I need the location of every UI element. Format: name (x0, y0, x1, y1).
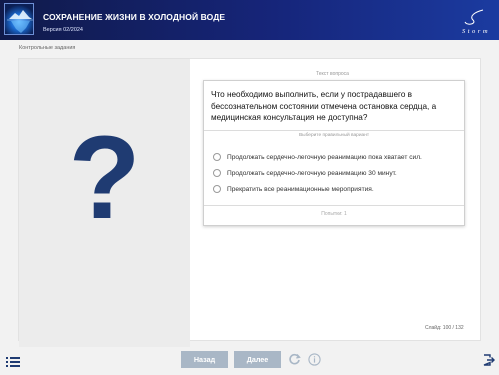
radio-button[interactable] (213, 185, 221, 193)
question-mark-illustration: ? (68, 112, 141, 244)
answer-option-1[interactable]: Продолжать сердечно-легочную реанимацию … (213, 152, 422, 162)
question-text: Что необходимо выполнить, если у пострад… (211, 90, 437, 122)
answer-option-label: Продолжать сердечно-легочную реанимацию … (227, 169, 397, 177)
app-title: СОХРАНЕНИЕ ЖИЗНИ В ХОЛОДНОЙ ВОДЕ (43, 12, 226, 22)
question-label: Текст вопроса (316, 71, 349, 77)
storm-brand-logo: Storm (457, 6, 491, 36)
back-button[interactable]: Назад (181, 351, 228, 368)
slide-counter: Слайд: 100 / 132 (425, 325, 464, 331)
brand-text: Storm (462, 28, 490, 35)
divider (204, 205, 464, 206)
iceberg-logo-icon (4, 3, 34, 35)
reload-icon[interactable] (288, 353, 301, 366)
menu-icon[interactable] (6, 354, 20, 367)
next-button[interactable]: Далее (234, 351, 281, 368)
divider (204, 130, 464, 131)
illustration-panel: ? (19, 59, 190, 347)
breadcrumb: Контрольные задания (19, 45, 76, 51)
radio-button[interactable] (213, 153, 221, 161)
attempts-counter: Попытки: 1 (321, 211, 347, 217)
info-icon[interactable] (308, 353, 321, 366)
header-bar: СОХРАНЕНИЕ ЖИЗНИ В ХОЛОДНОЙ ВОДЕ Версия … (0, 0, 499, 40)
answer-option-label: Прекратить все реанимационные мероприяти… (227, 185, 374, 193)
answer-option-3[interactable]: Прекратить все реанимационные мероприяти… (213, 184, 374, 194)
question-instruction: Выберите правильный вариант (298, 133, 370, 138)
radio-button[interactable] (213, 169, 221, 177)
exit-icon[interactable] (483, 353, 495, 366)
answer-option-2[interactable]: Продолжать сердечно-легочную реанимацию … (213, 168, 397, 178)
question-card: Что необходимо выполнить, если у пострад… (203, 80, 465, 226)
version-label: Версия 02/2024 (43, 27, 83, 33)
answer-option-label: Продолжать сердечно-легочную реанимацию … (227, 153, 422, 161)
